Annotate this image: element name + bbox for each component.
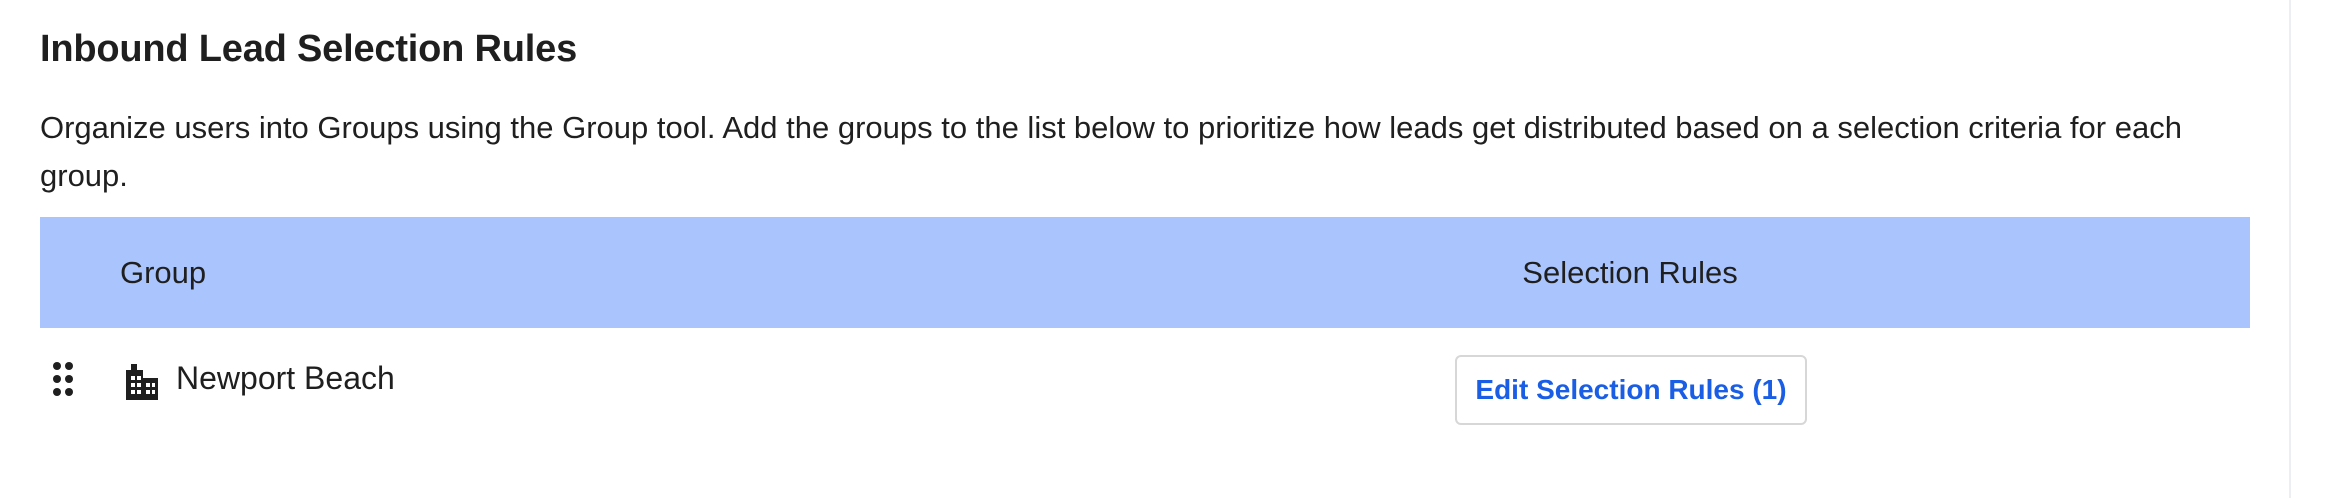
table-header: Group Selection Rules [40, 217, 2250, 328]
page-title: Inbound Lead Selection Rules [40, 28, 578, 70]
column-header-group: Group [120, 255, 207, 290]
selection-rules-table: Group Selection Rules Newport Beach Edit… [40, 217, 2250, 468]
column-header-selection-rules: Selection Rules [1522, 255, 1738, 290]
group-name: Newport Beach [176, 360, 395, 396]
page-description: Organize users into Groups using the Gro… [40, 110, 2182, 193]
building-icon [123, 362, 161, 400]
drag-handle-icon[interactable] [52, 361, 74, 397]
scrollbar-divider [2289, 0, 2291, 498]
edit-selection-rules-button[interactable]: Edit Selection Rules (1) [1455, 355, 1807, 425]
table-row: Newport Beach Edit Selection Rules (1) [40, 328, 2250, 468]
page: Inbound Lead Selection Rules Organize us… [0, 0, 2338, 498]
